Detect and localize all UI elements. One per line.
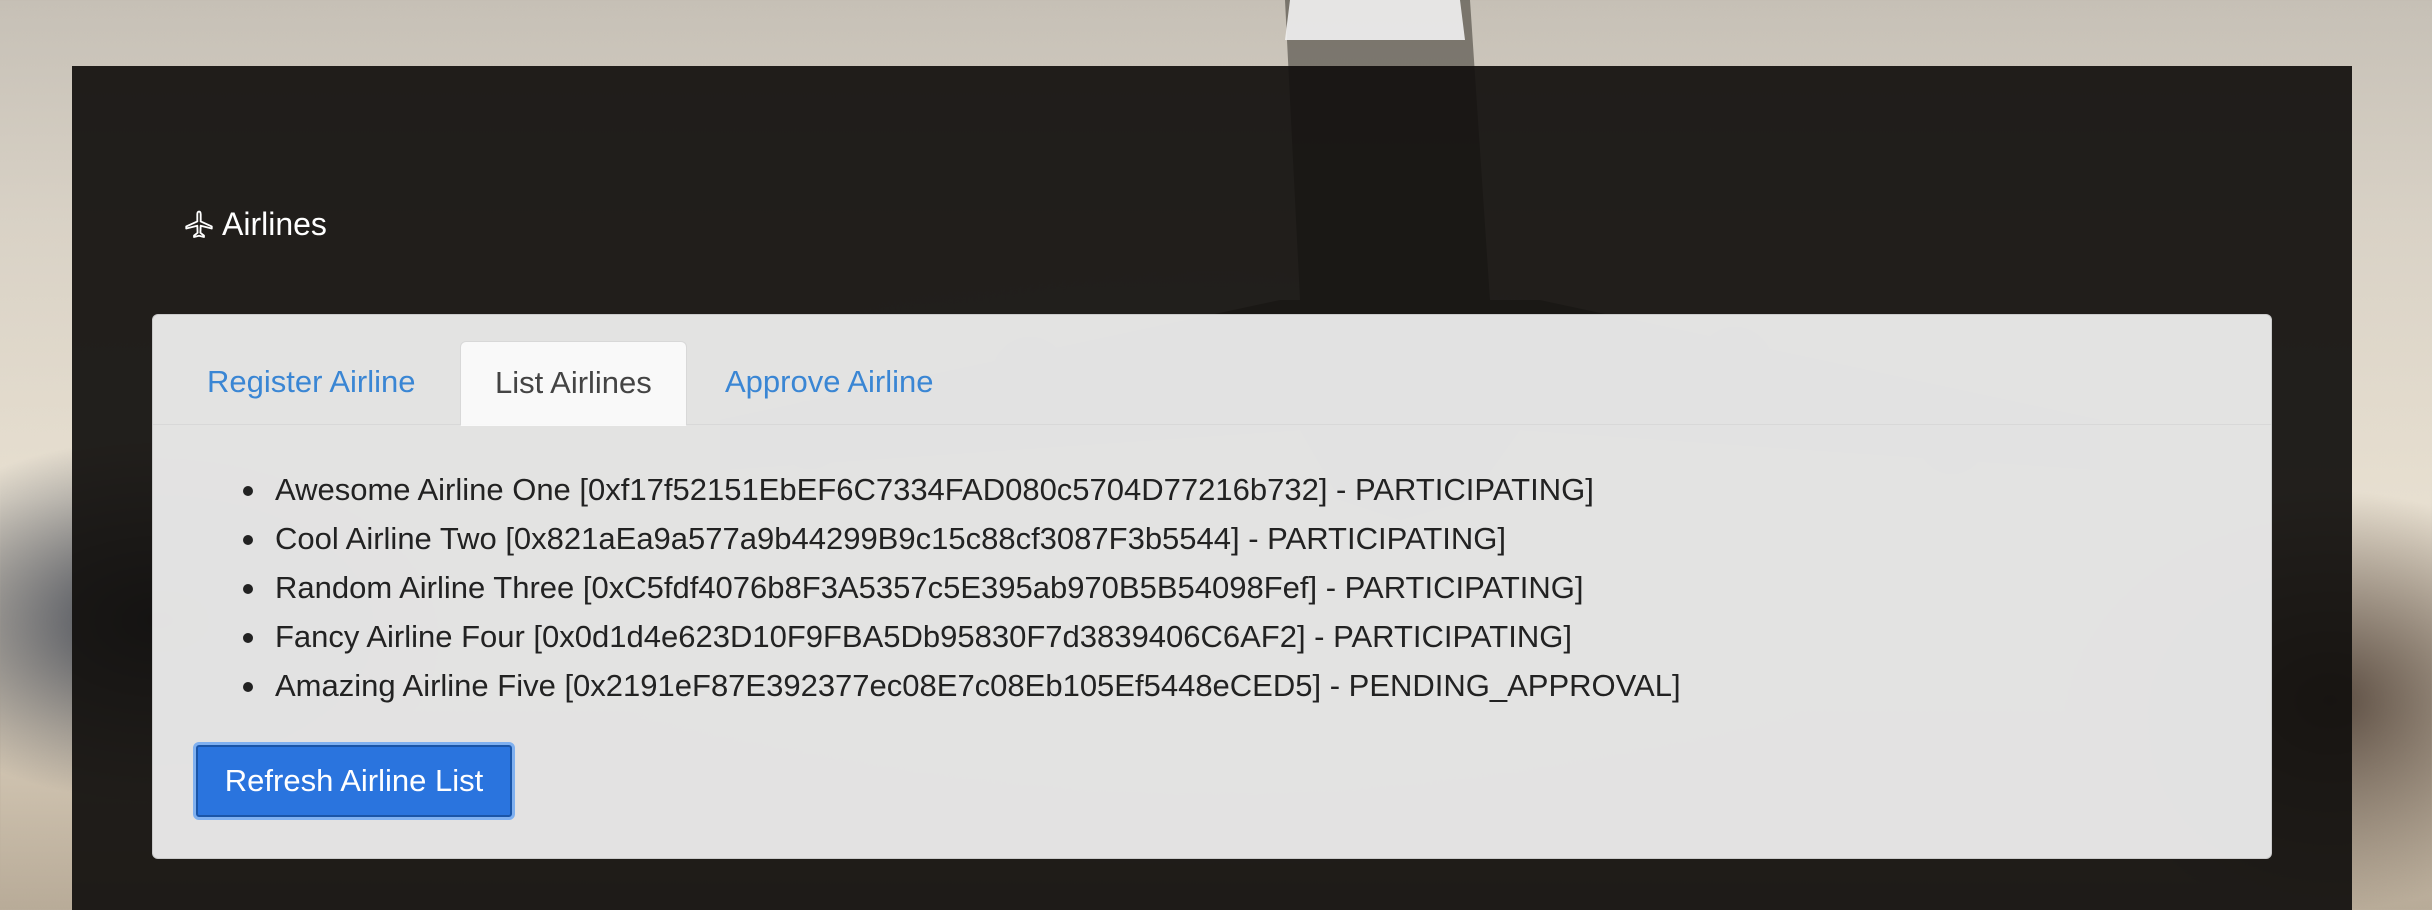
airplane-icon	[182, 208, 216, 242]
brand-header: Airlines	[182, 206, 327, 243]
tab-register-airline[interactable]: Register Airline	[173, 341, 449, 425]
tab-bar: Register Airline List Airlines Approve A…	[153, 315, 2271, 426]
list-item: Amazing Airline Five [0x2191eF87E392377e…	[243, 661, 1681, 710]
airline-list: Awesome Airline One [0xf17f52151EbEF6C73…	[243, 465, 1681, 710]
list-item: Cool Airline Two [0x821aEa9a577a9b44299B…	[243, 514, 1681, 563]
refresh-airline-list-button[interactable]: Refresh Airline List	[193, 742, 515, 820]
tab-list-airlines[interactable]: List Airlines	[460, 341, 687, 426]
brand-title: Airlines	[222, 206, 327, 242]
list-item: Fancy Airline Four [0x0d1d4e623D10F9FBA5…	[243, 612, 1681, 661]
tab-approve-airline[interactable]: Approve Airline	[691, 341, 968, 425]
list-item: Random Airline Three [0xC5fdf4076b8F3A53…	[243, 563, 1681, 612]
airline-management-card: Register Airline List Airlines Approve A…	[152, 314, 2272, 859]
list-item: Awesome Airline One [0xf17f52151EbEF6C73…	[243, 465, 1681, 514]
